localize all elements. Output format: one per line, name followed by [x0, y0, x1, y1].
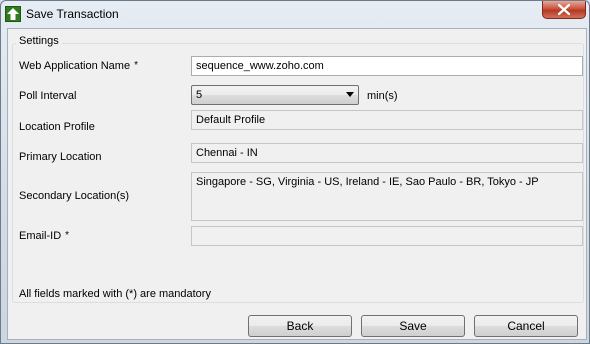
primary-location-label: Primary Location	[19, 151, 102, 163]
back-button[interactable]: Back	[248, 315, 352, 337]
location-profile-label: Location Profile	[19, 121, 95, 133]
mandatory-note: All fields marked with (*) are mandatory	[19, 288, 211, 300]
web-app-name-input[interactable]: sequence_www.zoho.com	[191, 56, 583, 76]
web-app-name-label: Web Application Name *	[19, 60, 138, 72]
email-id-input[interactable]	[191, 226, 583, 246]
email-id-label: Email-ID *	[19, 230, 70, 242]
secondary-locations-field: Singapore - SG, Virginia - US, Ireland -…	[191, 172, 583, 221]
poll-interval-select[interactable]: 5	[191, 85, 359, 105]
green-up-arrow-icon	[5, 6, 21, 22]
poll-interval-label: Poll Interval	[19, 90, 77, 102]
poll-interval-unit: min(s)	[367, 90, 398, 102]
settings-group-title: Settings	[16, 35, 62, 47]
save-transaction-dialog: Save Transaction Settings Web Applicatio…	[0, 0, 590, 344]
location-profile-field: Default Profile	[191, 110, 583, 130]
save-button[interactable]: Save	[361, 315, 465, 337]
close-icon	[558, 4, 570, 15]
close-button[interactable]	[542, 1, 586, 19]
poll-interval-value: 5	[196, 89, 203, 101]
title-bar: Save Transaction	[1, 1, 589, 27]
chevron-down-icon	[346, 92, 354, 97]
window-title: Save Transaction	[26, 7, 119, 21]
secondary-locations-label: Secondary Location(s)	[19, 190, 130, 202]
cancel-button[interactable]: Cancel	[474, 315, 578, 337]
dialog-body: Settings Web Application Name * sequence_…	[7, 28, 587, 340]
primary-location-field: Chennai - IN	[191, 143, 583, 163]
